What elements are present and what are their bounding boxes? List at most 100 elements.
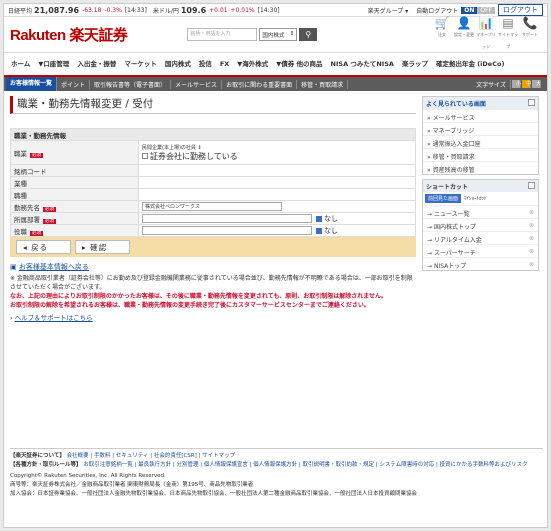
subnav-item[interactable]: 取引報告書等（電子書面） [90,79,172,89]
none-check[interactable]: なし [316,215,338,223]
none-checkbox[interactable] [316,215,322,222]
button-bar: ◂ 戻る ▸ 確認 [10,237,416,257]
form-label: 職業 必須 [10,140,139,165]
arrow-icon: → [427,237,434,244]
nav-item[interactable]: ▼海外株式 [233,60,272,68]
nav-item[interactable]: 確定拠出年金 (iDeCo) [432,60,508,68]
company-info: 商号等：楽天証券株式会社／金融商品取引業者 関東財務局長（金商）第195号、商品… [10,482,254,488]
font-size-control: 文字サイズ小中大 [468,79,545,89]
phone-label: サポート [522,31,538,37]
page-title: 職業・勤務先情報変更 / 受付 [10,96,416,114]
font-size-button[interactable]: 大 [532,80,541,88]
form-label-text: 役職 [14,227,27,236]
subnav-item[interactable]: 移管・買取請求 [297,79,349,89]
popular-item[interactable]: » 通常振込入金口座 [423,135,538,148]
doc-icon: ▣ [10,263,17,271]
nav-item[interactable]: ホーム [7,60,34,68]
shortcut-item[interactable]: → NISAトップ ⊗ [423,257,538,270]
subnav-item[interactable]: メールサービス [171,79,223,89]
sitemap-icon: ▤ [502,15,514,30]
footer-about-links[interactable]: 会社概要 | 手数料 | セキュリティ | 社会的責任[CSR] | サイトマッ… [67,453,236,459]
subnav-item[interactable]: お客様情報一覧 [6,77,58,91]
arrow-icon: → [427,250,434,257]
basic-info-link[interactable]: お客様基本情報へ戻る [19,263,89,271]
remove-icon[interactable]: ⊗ [529,248,534,255]
confirm-button[interactable]: ▸ 確認 [75,240,130,254]
shortcut-item[interactable]: → スーパーサーチ ⊗ [423,244,538,257]
collapse-icon[interactable] [528,99,535,106]
shortcut-item[interactable]: → リアルタイム入金 ⊗ [423,231,538,244]
form-row: 役職 必須 なし [10,224,416,237]
help-link[interactable]: ヘルプ＆サポートはこちら [15,314,93,322]
broker-checkbox-row[interactable]: 証券会社に勤務している [142,151,412,162]
phone-button[interactable]: 📞 サポート [519,17,541,53]
font-size-button[interactable]: 小 [512,80,521,88]
user-button[interactable]: 👤 設定・変更 [453,17,475,53]
shortcut-link[interactable]: → NISAトップ [427,261,466,270]
market-select[interactable]: 国内株式 ⇕ [259,28,298,41]
collapse-icon[interactable] [528,182,535,189]
nikkei-label: 日経平均 [8,7,33,15]
form-row: 職業 必須 民間企業(本上場)の社員 ⇕ 証券会社に勤務している [10,140,416,165]
remove-icon[interactable]: ⊗ [529,235,534,242]
popular-item[interactable]: » 移管・買取請求 [423,148,538,161]
popular-item[interactable]: » 資産残高の移管 [423,161,538,174]
employer-input[interactable]: 株式会社ペロンワークス [142,202,282,211]
nav-item[interactable]: NISA つみたてNISA [327,60,398,68]
confirm-label: 確認 [90,243,108,252]
sitemap-button[interactable]: ▤ サイトマップ [497,17,519,53]
logout-button[interactable]: ログアウト [498,4,543,16]
shortcut-link[interactable]: → スーパーサーチ [427,248,476,257]
chart-button[interactable]: 📊 マネーブリッジ [475,17,497,53]
arrow-icon: → [427,263,434,270]
remove-icon[interactable]: ⊗ [529,222,534,229]
subnav-item[interactable]: ポイント [57,79,91,89]
subnav-item[interactable]: お取引に関わる重要書面 [222,79,298,89]
header: Rakuten 楽天証券 銘柄・用語を入力 国内株式 ⇕ ⚲ 🛒 注文 👤 設定・変更 📊… [4,17,547,53]
search-button[interactable]: ⚲ [299,28,318,41]
remove-icon[interactable]: ⊗ [529,209,534,216]
user-icon: 👤 [456,15,472,30]
autologout-off[interactable]: OFF [477,6,495,14]
remove-icon[interactable]: ⊗ [529,261,534,268]
restriction-note: ※ 金融商品取引業者（証券会社等）にお勤め及び登録金融機関業務に従事されている場… [10,275,413,291]
nav-item[interactable]: 投信 [195,60,216,68]
nav-item[interactable]: マーケット [120,60,161,68]
autologout-on[interactable]: ON [461,6,478,14]
nav-item[interactable]: 楽ラップ [398,60,432,68]
nav-item[interactable]: ▼債券 他の商品 [272,60,326,68]
shortcut-tab[interactable]: ﾏｲｼｮｰﾄｶｯﾄ [461,194,490,203]
popular-item[interactable]: » マネーブリッジ [423,122,538,135]
nav-item[interactable]: 入出金・振替 [73,60,120,68]
none-check[interactable]: なし [316,227,338,235]
cart-label: 注文 [438,31,446,37]
popular-box: よく見られている画面 » メールサービス» マネーブリッジ» 通常振込入金口座»… [422,96,539,175]
text-input[interactable] [142,214,312,223]
back-label: 戻る [31,243,49,252]
form-label-text: 勤務先名 [14,203,40,212]
copyright: Copyright© Rakuten Securities, Inc. All … [10,473,166,479]
none-checkbox[interactable] [316,227,322,234]
shortcut-link[interactable]: → 国内株式トップ [427,222,476,231]
nav-item[interactable]: FX [216,60,233,68]
broker-checkbox[interactable] [142,153,148,159]
shortcut-link[interactable]: → リアルタイム入金 [427,235,482,244]
font-size-label: 文字サイズ [472,79,511,89]
footer-policy-links[interactable]: お取引注意銘柄一覧 | 最良執行方針 | 分別管理 | 個人情報保護宣言 | 個… [83,462,527,468]
cart-button[interactable]: 🛒 注文 [431,17,453,53]
shortcut-tab[interactable]: 前回見た画面 [425,194,462,203]
shortcut-item[interactable]: → 国内株式トップ ⊗ [423,218,538,231]
nav-item[interactable]: ▼口座管理 [34,60,73,68]
shortcut-link[interactable]: → ニュース一覧 [427,209,470,218]
font-size-button[interactable]: 中 [522,80,531,88]
rakuten-logo[interactable]: Rakuten 楽天証券 [10,24,128,45]
text-input[interactable] [142,226,312,235]
shortcut-item[interactable]: → ニュース一覧 ⊗ [423,205,538,218]
occupation-select[interactable]: 民間企業(本上場)の社員 ⇕ [142,144,412,151]
nav-item[interactable]: 国内株式 [161,60,195,68]
none-label: なし [324,214,338,223]
group-menu[interactable]: 楽天グループ ▾ [368,6,409,15]
popular-item[interactable]: » メールサービス [423,109,538,122]
search-input[interactable]: 銘柄・用語を入力 [187,28,258,41]
back-button[interactable]: ◂ 戻る [16,240,71,254]
